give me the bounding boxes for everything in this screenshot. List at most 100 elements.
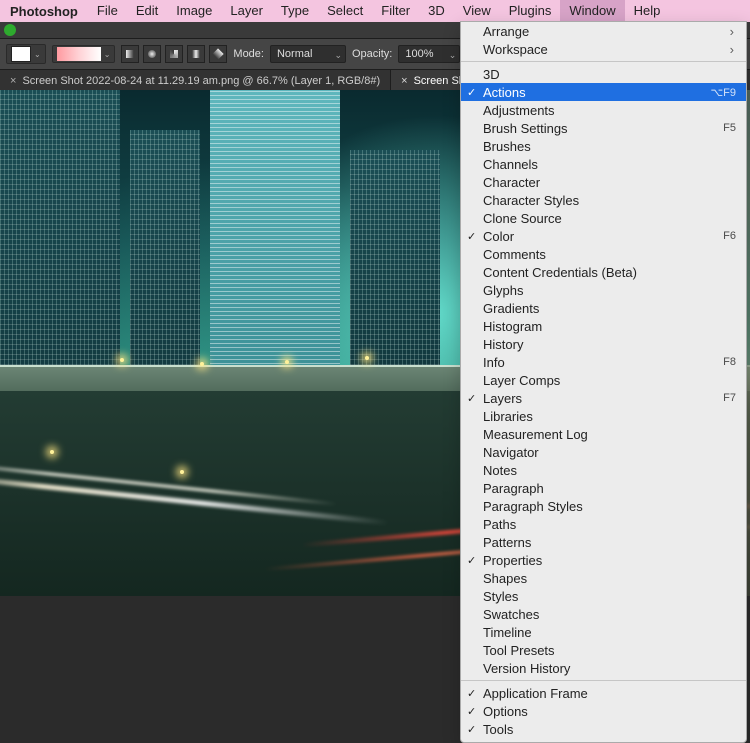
- menu-item-comments[interactable]: Comments: [461, 245, 746, 263]
- menu-item-actions[interactable]: ✓Actions⌥F9: [461, 83, 746, 101]
- menu-item-info[interactable]: InfoF8: [461, 353, 746, 371]
- menu-plugins[interactable]: Plugins: [500, 0, 561, 22]
- menu-select[interactable]: Select: [318, 0, 372, 22]
- menu-item-label: Layers: [483, 391, 522, 406]
- menu-item-paragraph-styles[interactable]: Paragraph Styles: [461, 497, 746, 515]
- menu-3d[interactable]: 3D: [419, 0, 454, 22]
- tab-label: Screen Shot 2022-08-24 at 11.29.19 am.pn…: [22, 75, 380, 87]
- menu-item-label: Options: [483, 704, 528, 719]
- menu-item-label: Histogram: [483, 319, 542, 334]
- menu-item-character-styles[interactable]: Character Styles: [461, 191, 746, 209]
- menu-item-patterns[interactable]: Patterns: [461, 533, 746, 551]
- menu-item-label: Swatches: [483, 607, 539, 622]
- menu-item-3d[interactable]: 3D: [461, 65, 746, 83]
- menu-item-brush-settings[interactable]: Brush Settings F5: [461, 119, 746, 137]
- linear-gradient-icon[interactable]: [121, 45, 139, 63]
- menu-item-label: Glyphs: [483, 283, 523, 298]
- menu-help[interactable]: Help: [625, 0, 670, 22]
- menu-edit[interactable]: Edit: [127, 0, 167, 22]
- menu-item-swatches[interactable]: Swatches: [461, 605, 746, 623]
- menu-item-properties[interactable]: ✓ Properties: [461, 551, 746, 569]
- menu-window[interactable]: Window: [560, 0, 624, 22]
- menu-item-label: 3D: [483, 67, 500, 82]
- submenu-icon: ›: [730, 24, 736, 39]
- check-icon: ✓: [467, 705, 476, 718]
- menu-item-label: Gradients: [483, 301, 539, 316]
- menu-item-glyphs[interactable]: Glyphs: [461, 281, 746, 299]
- menu-item-history[interactable]: History: [461, 335, 746, 353]
- menu-item-label: Character: [483, 175, 540, 190]
- menu-item-navigator[interactable]: Navigator: [461, 443, 746, 461]
- menu-item-label: Measurement Log: [483, 427, 588, 442]
- radial-gradient-icon[interactable]: [143, 45, 161, 63]
- menu-item-tools[interactable]: ✓Tools: [461, 720, 746, 738]
- shortcut-label: ⌥F9: [710, 86, 736, 99]
- menu-item-shapes[interactable]: Shapes: [461, 569, 746, 587]
- menu-item-label: Adjustments: [483, 103, 555, 118]
- menu-item-workspace[interactable]: Workspace›: [461, 40, 746, 58]
- menu-item-layer-comps[interactable]: Layer Comps: [461, 371, 746, 389]
- menu-item-adjustments[interactable]: Adjustments: [461, 101, 746, 119]
- menu-item-measurement-log[interactable]: Measurement Log: [461, 425, 746, 443]
- menu-item-label: Application Frame: [483, 686, 588, 701]
- shortcut-label: F6: [723, 230, 736, 242]
- menu-item-styles[interactable]: Styles: [461, 587, 746, 605]
- menu-image[interactable]: Image: [167, 0, 221, 22]
- menu-item-label: Properties: [483, 553, 542, 568]
- check-icon: ✓: [467, 554, 476, 567]
- menu-item-label: Color: [483, 229, 514, 244]
- foreground-swatch[interactable]: ⌄: [6, 44, 46, 64]
- menu-item-notes[interactable]: Notes: [461, 461, 746, 479]
- menu-item-character[interactable]: Character: [461, 173, 746, 191]
- menu-item-libraries[interactable]: Libraries: [461, 407, 746, 425]
- menu-item-label: Actions: [483, 85, 526, 100]
- close-icon[interactable]: ×: [10, 75, 16, 87]
- gradient-type-group: [121, 45, 227, 63]
- menu-layer[interactable]: Layer: [221, 0, 272, 22]
- menu-type[interactable]: Type: [272, 0, 318, 22]
- menu-item-clone-source[interactable]: Clone Source: [461, 209, 746, 227]
- menu-item-options[interactable]: ✓ Options: [461, 702, 746, 720]
- document-tab[interactable]: × Screen Shot 2022-08-24 at 11.29.19 am.p…: [0, 70, 391, 92]
- menu-item-paragraph[interactable]: Paragraph: [461, 479, 746, 497]
- menu-item-timeline[interactable]: Timeline: [461, 623, 746, 641]
- menu-item-color[interactable]: ✓ColorF6: [461, 227, 746, 245]
- menu-item-paths[interactable]: Paths: [461, 515, 746, 533]
- menubar: Photoshop FileEditImageLayerTypeSelectFi…: [0, 0, 750, 22]
- menu-item-channels[interactable]: Channels: [461, 155, 746, 173]
- menu-file[interactable]: File: [88, 0, 127, 22]
- opacity-select[interactable]: 100%: [398, 45, 460, 63]
- menu-item-label: Paragraph: [483, 481, 544, 496]
- menu-item-label: Brush Settings: [483, 121, 568, 136]
- shortcut-label: F5: [723, 122, 736, 134]
- menu-item-label: Shapes: [483, 571, 527, 586]
- menu-item-label: Patterns: [483, 535, 531, 550]
- menu-item-arrange[interactable]: Arrange›: [461, 22, 746, 40]
- menu-item-histogram[interactable]: Histogram: [461, 317, 746, 335]
- angle-gradient-icon[interactable]: [165, 45, 183, 63]
- shortcut-label: F7: [723, 392, 736, 404]
- menu-item-tool-presets[interactable]: Tool Presets: [461, 641, 746, 659]
- menu-item-label: Comments: [483, 247, 546, 262]
- check-icon: ✓: [467, 723, 476, 736]
- app-name: Photoshop: [0, 4, 88, 19]
- menu-item-application-frame[interactable]: ✓ Application Frame: [461, 684, 746, 702]
- menu-item-content-credentials-beta-[interactable]: Content Credentials (Beta): [461, 263, 746, 281]
- menu-item-label: Clone Source: [483, 211, 562, 226]
- menu-item-layers[interactable]: ✓LayersF7: [461, 389, 746, 407]
- menu-item-brushes[interactable]: Brushes: [461, 137, 746, 155]
- reflected-gradient-icon[interactable]: [187, 45, 205, 63]
- close-icon[interactable]: ×: [401, 75, 407, 87]
- menu-item-label: History: [483, 337, 523, 352]
- add-document-icon[interactable]: [4, 24, 16, 36]
- mode-select[interactable]: Normal: [270, 45, 346, 63]
- opacity-label: Opacity:: [352, 48, 392, 60]
- menu-filter[interactable]: Filter: [372, 0, 419, 22]
- diamond-gradient-icon[interactable]: [209, 45, 227, 63]
- check-icon: ✓: [467, 687, 476, 700]
- menu-item-version-history[interactable]: Version History: [461, 659, 746, 677]
- gradient-preview[interactable]: ⌄: [52, 45, 116, 63]
- shortcut-label: F8: [723, 356, 736, 368]
- menu-view[interactable]: View: [454, 0, 500, 22]
- menu-item-gradients[interactable]: Gradients: [461, 299, 746, 317]
